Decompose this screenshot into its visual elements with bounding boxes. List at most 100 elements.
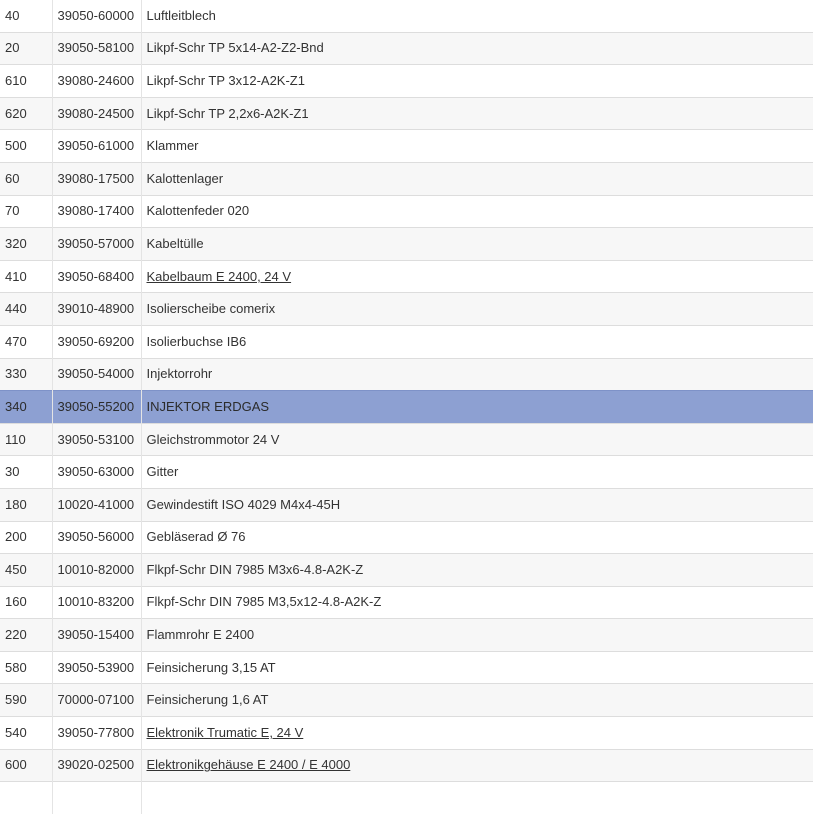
part-number-cell: 10020-41000: [52, 487, 142, 521]
part-number-cell: 39080-17400: [52, 194, 142, 228]
table-row[interactable]: 110 39050-53100 Gleichstrommotor 24 V: [0, 422, 813, 456]
position-cell: 580: [0, 650, 53, 684]
part-number-cell: 10010-83200: [52, 585, 142, 619]
position-cell: 450: [0, 553, 53, 587]
description-cell: Isolierbuchse IB6: [141, 324, 813, 359]
position-cell: 470: [0, 324, 53, 359]
position-cell: 610: [0, 64, 53, 98]
description-cell: Gebläserad Ø 76: [141, 520, 813, 554]
part-number-cell: 39050-61000: [52, 129, 142, 163]
part-number-cell: 39050-77800: [52, 716, 142, 750]
table-row[interactable]: 410 39050-68400 Kabelbaum E 2400, 24 V: [0, 259, 813, 293]
description-cell: Luftleitblech: [141, 0, 813, 33]
part-number-cell: 39050-53900: [52, 650, 142, 684]
position-cell: 620: [0, 96, 53, 130]
table-row[interactable]: 500 39050-61000 Klammer: [0, 129, 813, 163]
table-row[interactable]: 440 39010-48900 Isolierscheibe comerix: [0, 292, 813, 326]
table-row[interactable]: 590 70000-07100 Feinsicherung 1,6 AT: [0, 683, 813, 717]
table-row[interactable]: 450 10010-82000 Flkpf-Schr DIN 7985 M3x6-4…: [0, 553, 813, 587]
description-cell: Elektronikgehäuse E 2400 / E 4000: [141, 748, 813, 782]
position-cell: 410: [0, 259, 53, 293]
parts-table-body: 40 39050-60000 Luftleitblech 20 39050-58100 L…: [0, 0, 813, 814]
position-cell: 200: [0, 520, 53, 554]
description-cell: Likpf-Schr TP 5x14-A2-Z2-Bnd: [141, 31, 813, 65]
table-row[interactable]: 540 39050-77800 Elektronik Trumatic E, 24 …: [0, 716, 813, 750]
part-number-cell: 39080-17500: [52, 161, 142, 196]
part-number-cell: 39080-24600: [52, 64, 142, 98]
table-row[interactable]: 180 10020-41000 Gewindestift ISO 4029 M4x4…: [0, 487, 813, 521]
position-cell: 180: [0, 487, 53, 521]
position-cell: 70: [0, 194, 53, 228]
description-cell: [141, 781, 813, 814]
description-cell: Kabelbaum E 2400, 24 V: [141, 259, 813, 293]
part-description-link[interactable]: Elektronik Trumatic E, 24 V: [147, 725, 304, 740]
part-number-cell: 70000-07100: [52, 683, 142, 717]
description-cell: Flammrohr E 2400: [141, 618, 813, 652]
position-cell: 540: [0, 716, 53, 750]
position-cell: 110: [0, 422, 53, 456]
part-number-cell: 39050-69200: [52, 324, 142, 359]
part-number-cell: 39050-56000: [52, 520, 142, 554]
part-number-cell: 39050-68400: [52, 259, 142, 293]
table-row[interactable]: 610 39080-24600 Likpf-Schr TP 3x12-A2K-Z1: [0, 64, 813, 98]
part-number-cell: 10010-82000: [52, 553, 142, 587]
description-cell: Klammer: [141, 129, 813, 163]
part-number-cell: 39080-24500: [52, 96, 142, 130]
table-row[interactable]: 600 39020-02500 Elektronikgehäuse E 2400 /…: [0, 748, 813, 782]
table-row[interactable]: 320 39050-57000 Kabeltülle: [0, 227, 813, 261]
description-cell: Kabeltülle: [141, 227, 813, 261]
position-cell: 40: [0, 0, 53, 33]
part-number-cell: [52, 781, 142, 814]
description-cell: Likpf-Schr TP 3x12-A2K-Z1: [141, 64, 813, 98]
description-cell: Isolierscheibe comerix: [141, 292, 813, 326]
description-cell: Kalottenfeder 020: [141, 194, 813, 228]
part-number-cell: 39050-53100: [52, 422, 142, 456]
table-row[interactable]: 30 39050-63000 Gitter: [0, 455, 813, 489]
position-cell: 160: [0, 585, 53, 619]
table-row[interactable]: 160 10010-83200 Flkpf-Schr DIN 7985 M3,5x1…: [0, 585, 813, 619]
position-cell: 220: [0, 618, 53, 652]
table-row[interactable]: 20 39050-58100 Likpf-Schr TP 5x14-A2-Z2-Bn…: [0, 31, 813, 65]
position-cell: 500: [0, 129, 53, 163]
table-row[interactable]: 40 39050-60000 Luftleitblech: [0, 0, 813, 33]
part-number-cell: 39050-15400: [52, 618, 142, 652]
description-cell: Feinsicherung 3,15 AT: [141, 650, 813, 684]
description-cell: Flkpf-Schr DIN 7985 M3,5x12-4.8-A2K-Z: [141, 585, 813, 619]
description-cell: Gleichstrommotor 24 V: [141, 422, 813, 456]
position-cell: 20: [0, 31, 53, 65]
position-cell: 30: [0, 455, 53, 489]
description-cell: Flkpf-Schr DIN 7985 M3x6-4.8-A2K-Z: [141, 553, 813, 587]
part-number-cell: 39050-57000: [52, 227, 142, 261]
table-row[interactable]: 620 39080-24500 Likpf-Schr TP 2,2x6-A2K-Z1: [0, 96, 813, 130]
part-number-cell: 39050-60000: [52, 0, 142, 33]
part-number-cell: 39050-58100: [52, 31, 142, 65]
part-number-cell: 39050-54000: [52, 357, 142, 391]
table-row[interactable]: 200 39050-56000 Gebläserad Ø 76: [0, 520, 813, 554]
table-row[interactable]: [0, 781, 813, 814]
parts-table: 40 39050-60000 Luftleitblech 20 39050-58100 L…: [0, 0, 813, 814]
position-cell: 330: [0, 357, 53, 391]
part-description-link[interactable]: Elektronikgehäuse E 2400 / E 4000: [147, 757, 351, 772]
part-number-cell: 39010-48900: [52, 292, 142, 326]
table-row[interactable]: 220 39050-15400 Flammrohr E 2400: [0, 618, 813, 652]
table-row[interactable]: 70 39080-17400 Kalottenfeder 020: [0, 194, 813, 228]
position-cell: 590: [0, 683, 53, 717]
description-cell: INJEKTOR ERDGAS: [141, 390, 813, 424]
part-description-link[interactable]: Kabelbaum E 2400, 24 V: [147, 269, 292, 284]
table-row[interactable]: 580 39050-53900 Feinsicherung 3,15 AT: [0, 650, 813, 684]
description-cell: Likpf-Schr TP 2,2x6-A2K-Z1: [141, 96, 813, 130]
position-cell: 440: [0, 292, 53, 326]
position-cell: 320: [0, 227, 53, 261]
part-number-cell: 39020-02500: [52, 748, 142, 782]
table-row[interactable]: 330 39050-54000 Injektorrohr: [0, 357, 813, 391]
description-cell: Elektronik Trumatic E, 24 V: [141, 716, 813, 750]
table-row[interactable]: 60 39080-17500 Kalottenlager: [0, 161, 813, 196]
position-cell: 600: [0, 748, 53, 782]
table-row[interactable]: 470 39050-69200 Isolierbuchse IB6: [0, 324, 813, 359]
description-cell: Injektorrohr: [141, 357, 813, 391]
part-number-cell: 39050-63000: [52, 455, 142, 489]
table-row-selected[interactable]: 340 39050-55200 INJEKTOR ERDGAS: [0, 390, 813, 424]
description-cell: Kalottenlager: [141, 161, 813, 196]
position-cell: 340: [0, 390, 53, 424]
part-number-cell: 39050-55200: [52, 390, 142, 424]
